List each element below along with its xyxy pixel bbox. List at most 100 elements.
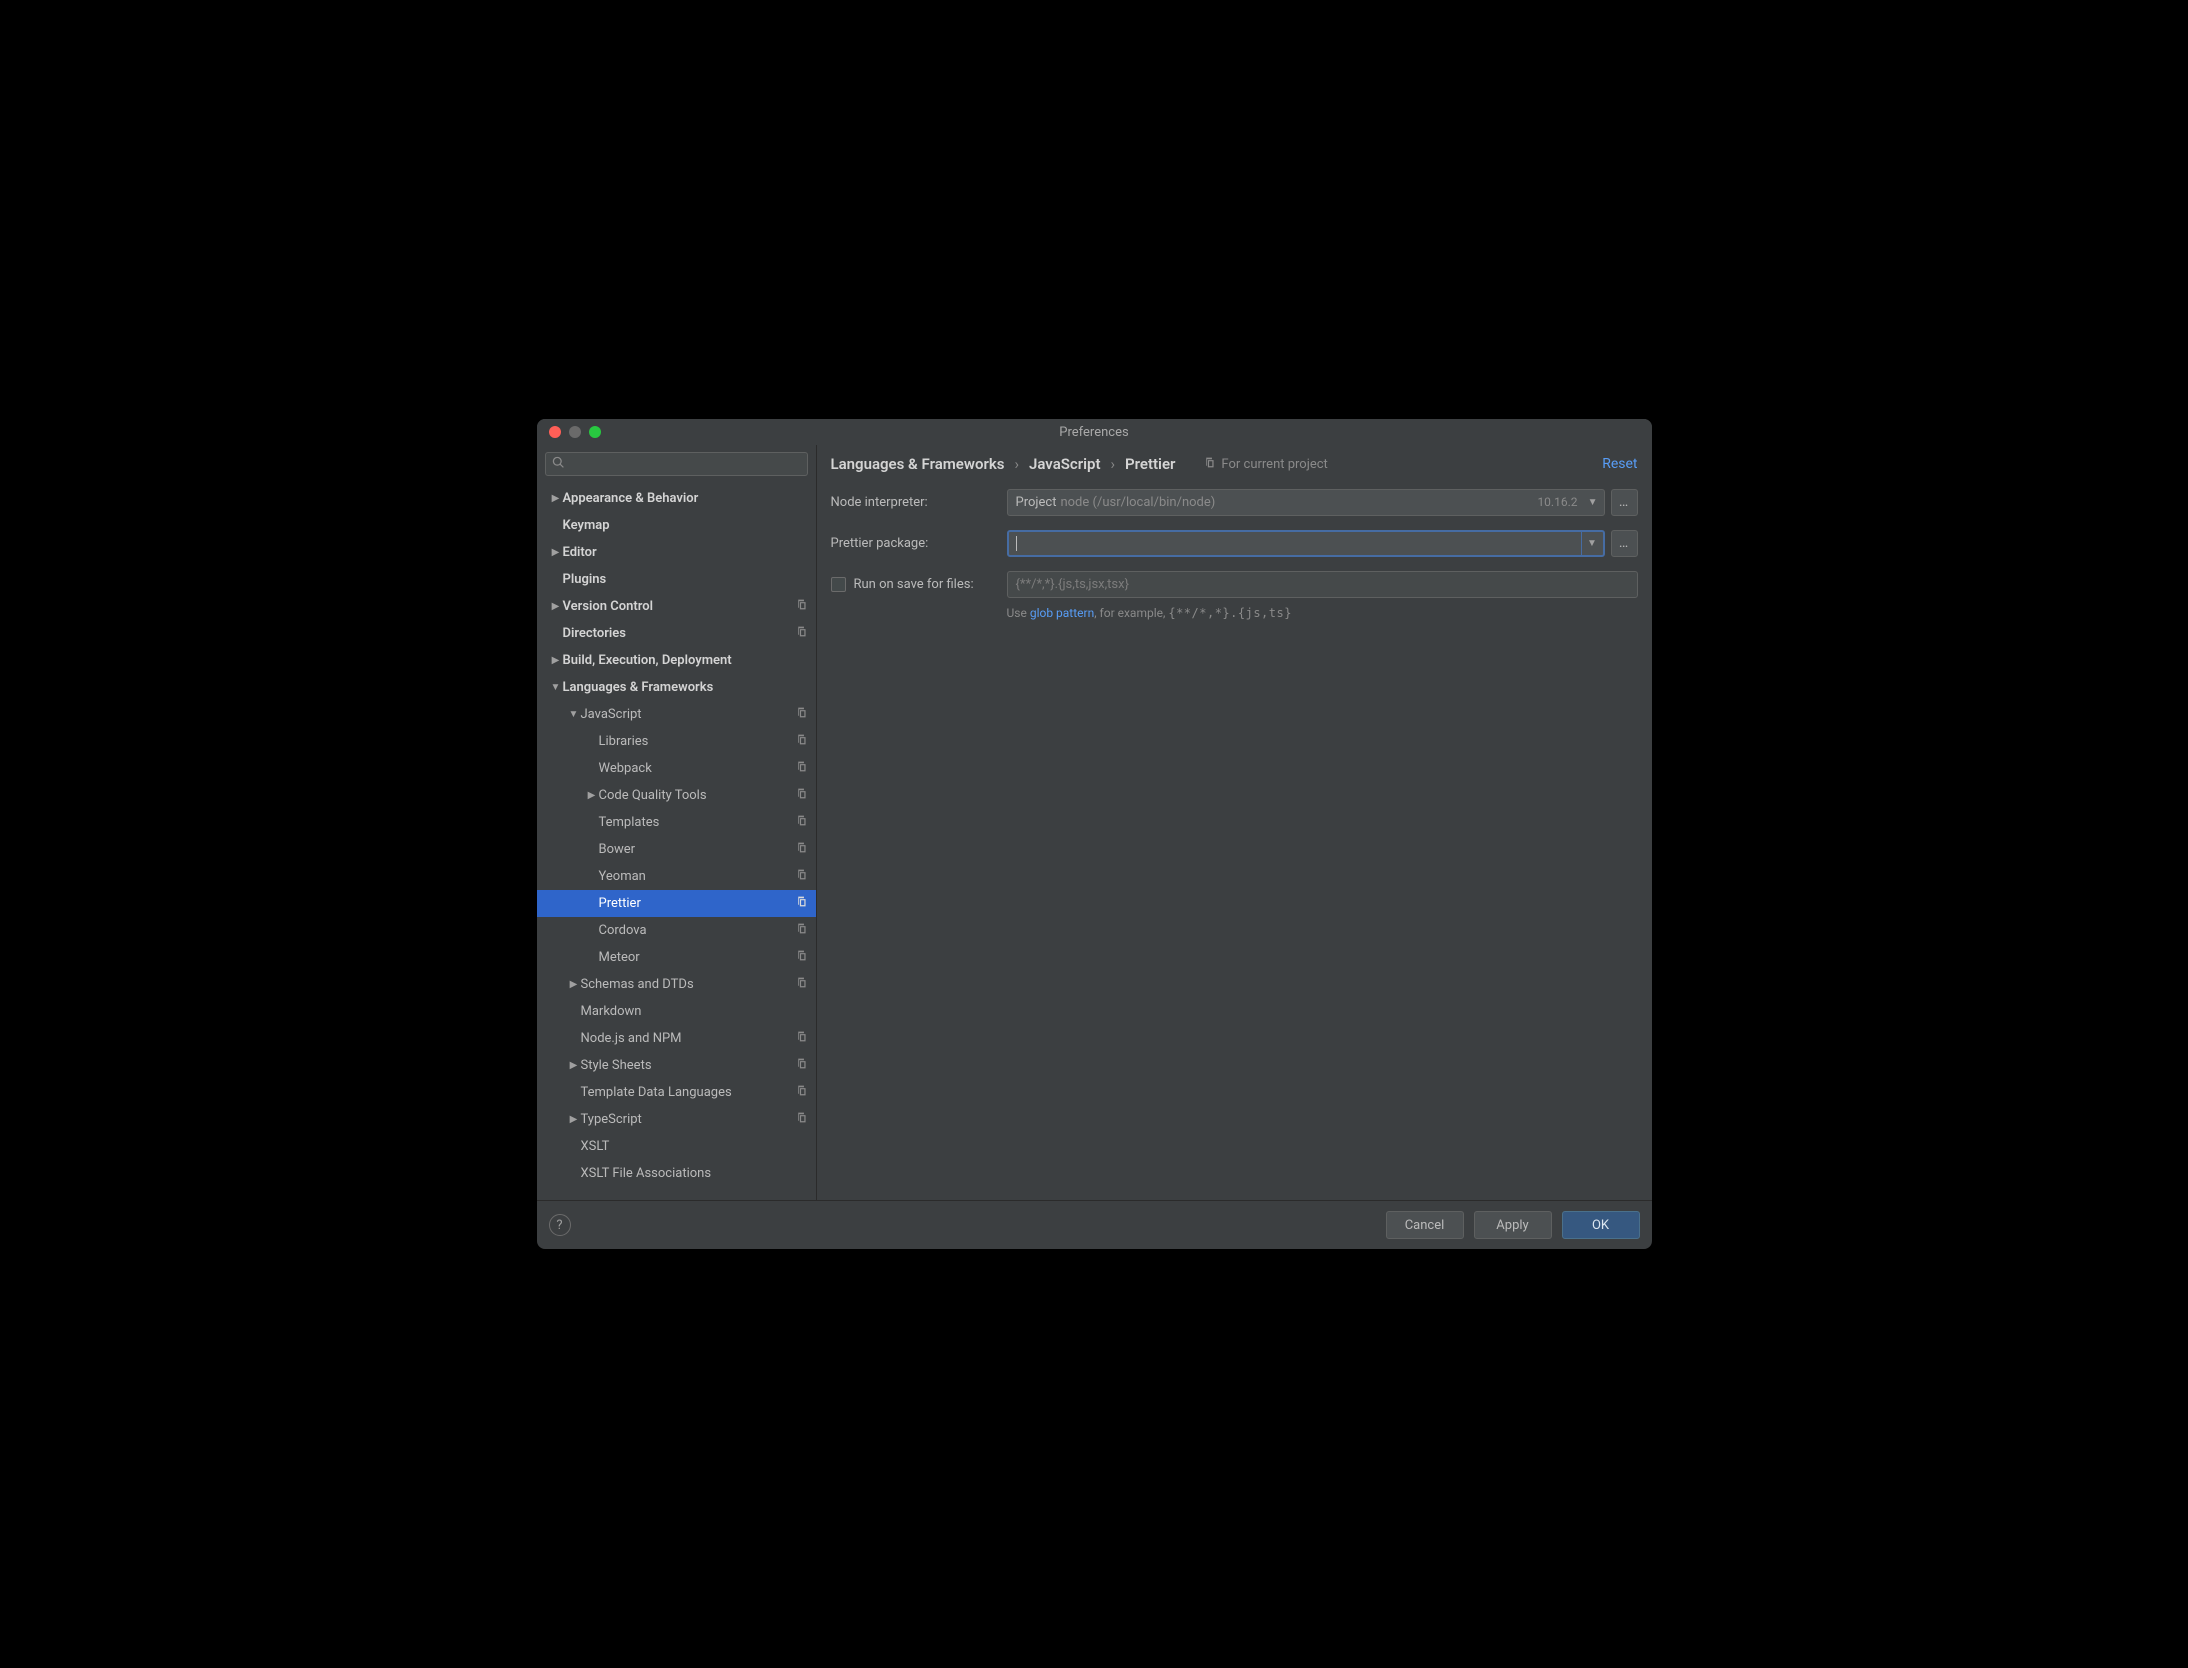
chevron-right-icon: ▶ xyxy=(567,979,581,990)
tree-item[interactable]: Meteor xyxy=(537,944,816,971)
search-icon xyxy=(552,456,565,473)
copy-icon xyxy=(795,733,808,750)
tree-item[interactable]: Bower xyxy=(537,836,816,863)
apply-button[interactable]: Apply xyxy=(1474,1211,1552,1239)
tree-item-label: JavaScript xyxy=(581,707,795,722)
chevron-down-icon: ▼ xyxy=(1588,497,1598,508)
tree-item-label: Plugins xyxy=(563,572,808,587)
tree-item[interactable]: Webpack xyxy=(537,755,816,782)
chevron-right-icon: ▶ xyxy=(549,601,563,612)
copy-icon xyxy=(795,598,808,615)
cancel-button[interactable]: Cancel xyxy=(1386,1211,1464,1239)
breadcrumb-item[interactable]: JavaScript xyxy=(1029,455,1101,473)
browse-node-button[interactable]: … xyxy=(1611,489,1638,516)
tree-item-label: Code Quality Tools xyxy=(599,788,795,803)
search-wrap xyxy=(537,445,816,483)
tree-item-label: Markdown xyxy=(581,1004,808,1019)
tree-item[interactable]: ▶Version Control xyxy=(537,593,816,620)
copy-icon xyxy=(795,976,808,993)
tree-item-label: Directories xyxy=(563,626,795,641)
tree-item-label: Node.js and NPM xyxy=(581,1031,795,1046)
copy-icon xyxy=(795,706,808,723)
tree-item[interactable]: Node.js and NPM xyxy=(537,1025,816,1052)
tree-item[interactable]: Template Data Languages xyxy=(537,1079,816,1106)
chevron-down-icon[interactable]: ▼ xyxy=(1581,532,1603,555)
reset-link[interactable]: Reset xyxy=(1602,456,1637,472)
tree-item[interactable]: Prettier xyxy=(537,890,816,917)
tree-item[interactable]: Cordova xyxy=(537,917,816,944)
titlebar: Preferences xyxy=(537,419,1652,445)
breadcrumb-item[interactable]: Languages & Frameworks xyxy=(831,455,1005,473)
main-panel: Languages & Frameworks › JavaScript › Pr… xyxy=(817,445,1652,1200)
tree-item-label: Version Control xyxy=(563,599,795,614)
window-title: Preferences xyxy=(537,425,1652,440)
chevron-right-icon: ▶ xyxy=(567,1060,581,1071)
tree-item[interactable]: XSLT File Associations xyxy=(537,1160,816,1187)
ok-button[interactable]: OK xyxy=(1562,1211,1640,1239)
tree-item[interactable]: Plugins xyxy=(537,566,816,593)
tree-item[interactable]: ▶Style Sheets xyxy=(537,1052,816,1079)
browse-package-button[interactable]: … xyxy=(1611,530,1638,557)
tree-item[interactable]: ▶Schemas and DTDs xyxy=(537,971,816,998)
tree-item-label: Libraries xyxy=(599,734,795,749)
node-version: 10.16.2 xyxy=(1537,495,1577,509)
tree-item-label: Editor xyxy=(563,545,808,560)
tree-item[interactable]: Templates xyxy=(537,809,816,836)
tree-item-label: Build, Execution, Deployment xyxy=(563,653,808,668)
tree-item[interactable]: ▼Languages & Frameworks xyxy=(537,674,816,701)
tree-item-label: Webpack xyxy=(599,761,795,776)
copy-icon xyxy=(795,760,808,777)
tree-item[interactable]: Directories xyxy=(537,620,816,647)
run-on-save-label: Run on save for files: xyxy=(854,577,974,592)
tree-item-label: Cordova xyxy=(599,923,795,938)
prettier-package-select[interactable]: ▼ xyxy=(1007,530,1605,557)
copy-icon xyxy=(795,1057,808,1074)
copy-icon xyxy=(1203,456,1216,473)
glob-pattern-link[interactable]: glob pattern xyxy=(1030,606,1094,620)
copy-icon xyxy=(795,841,808,858)
tree-item-label: Appearance & Behavior xyxy=(563,491,808,506)
tree-item[interactable]: ▶Editor xyxy=(537,539,816,566)
tree-item-label: XSLT File Associations xyxy=(581,1166,808,1181)
copy-icon xyxy=(795,868,808,885)
chevron-right-icon: › xyxy=(1111,455,1116,473)
copy-icon xyxy=(795,895,808,912)
chevron-right-icon: ▶ xyxy=(567,1114,581,1125)
tree-item-label: Template Data Languages xyxy=(581,1085,795,1100)
node-interpreter-label: Node interpreter: xyxy=(831,495,1007,510)
node-path: node (/usr/local/bin/node) xyxy=(1060,495,1215,510)
copy-icon xyxy=(795,1084,808,1101)
tree-item[interactable]: Keymap xyxy=(537,512,816,539)
tree-item-label: Bower xyxy=(599,842,795,857)
text-cursor xyxy=(1016,536,1017,551)
copy-icon xyxy=(795,922,808,939)
tree-item[interactable]: ▶Build, Execution, Deployment xyxy=(537,647,816,674)
chevron-down-icon: ▼ xyxy=(549,682,563,693)
tree-item[interactable]: Libraries xyxy=(537,728,816,755)
copy-icon xyxy=(795,625,808,642)
tree-item[interactable]: Yeoman xyxy=(537,863,816,890)
copy-icon xyxy=(795,787,808,804)
search-input[interactable] xyxy=(545,452,808,476)
run-on-save-pattern-input[interactable]: {**/*,*}.{js,ts,jsx,tsx} xyxy=(1007,571,1638,598)
copy-icon xyxy=(795,1030,808,1047)
chevron-down-icon: ▼ xyxy=(567,709,581,720)
tree-item[interactable]: Markdown xyxy=(537,998,816,1025)
run-on-save-checkbox[interactable] xyxy=(831,577,846,592)
scope-label: For current project xyxy=(1221,457,1327,472)
copy-icon xyxy=(795,814,808,831)
node-interpreter-select[interactable]: Project node (/usr/local/bin/node) 10.16… xyxy=(1007,489,1605,516)
chevron-right-icon: ▶ xyxy=(549,547,563,558)
footer: ? Cancel Apply OK xyxy=(537,1200,1652,1249)
tree-item[interactable]: ▶Code Quality Tools xyxy=(537,782,816,809)
tree-item[interactable]: ▶Appearance & Behavior xyxy=(537,485,816,512)
copy-icon xyxy=(795,1111,808,1128)
run-on-save-row: Run on save for files: {**/*,*}.{js,ts,j… xyxy=(831,569,1638,599)
tree-item[interactable]: ▼JavaScript xyxy=(537,701,816,728)
tree-item-label: TypeScript xyxy=(581,1112,795,1127)
tree-item[interactable]: XSLT xyxy=(537,1133,816,1160)
chevron-right-icon: ▶ xyxy=(585,790,599,801)
help-button[interactable]: ? xyxy=(549,1214,571,1236)
tree-item[interactable]: ▶TypeScript xyxy=(537,1106,816,1133)
breadcrumb-item: Prettier xyxy=(1125,455,1175,473)
